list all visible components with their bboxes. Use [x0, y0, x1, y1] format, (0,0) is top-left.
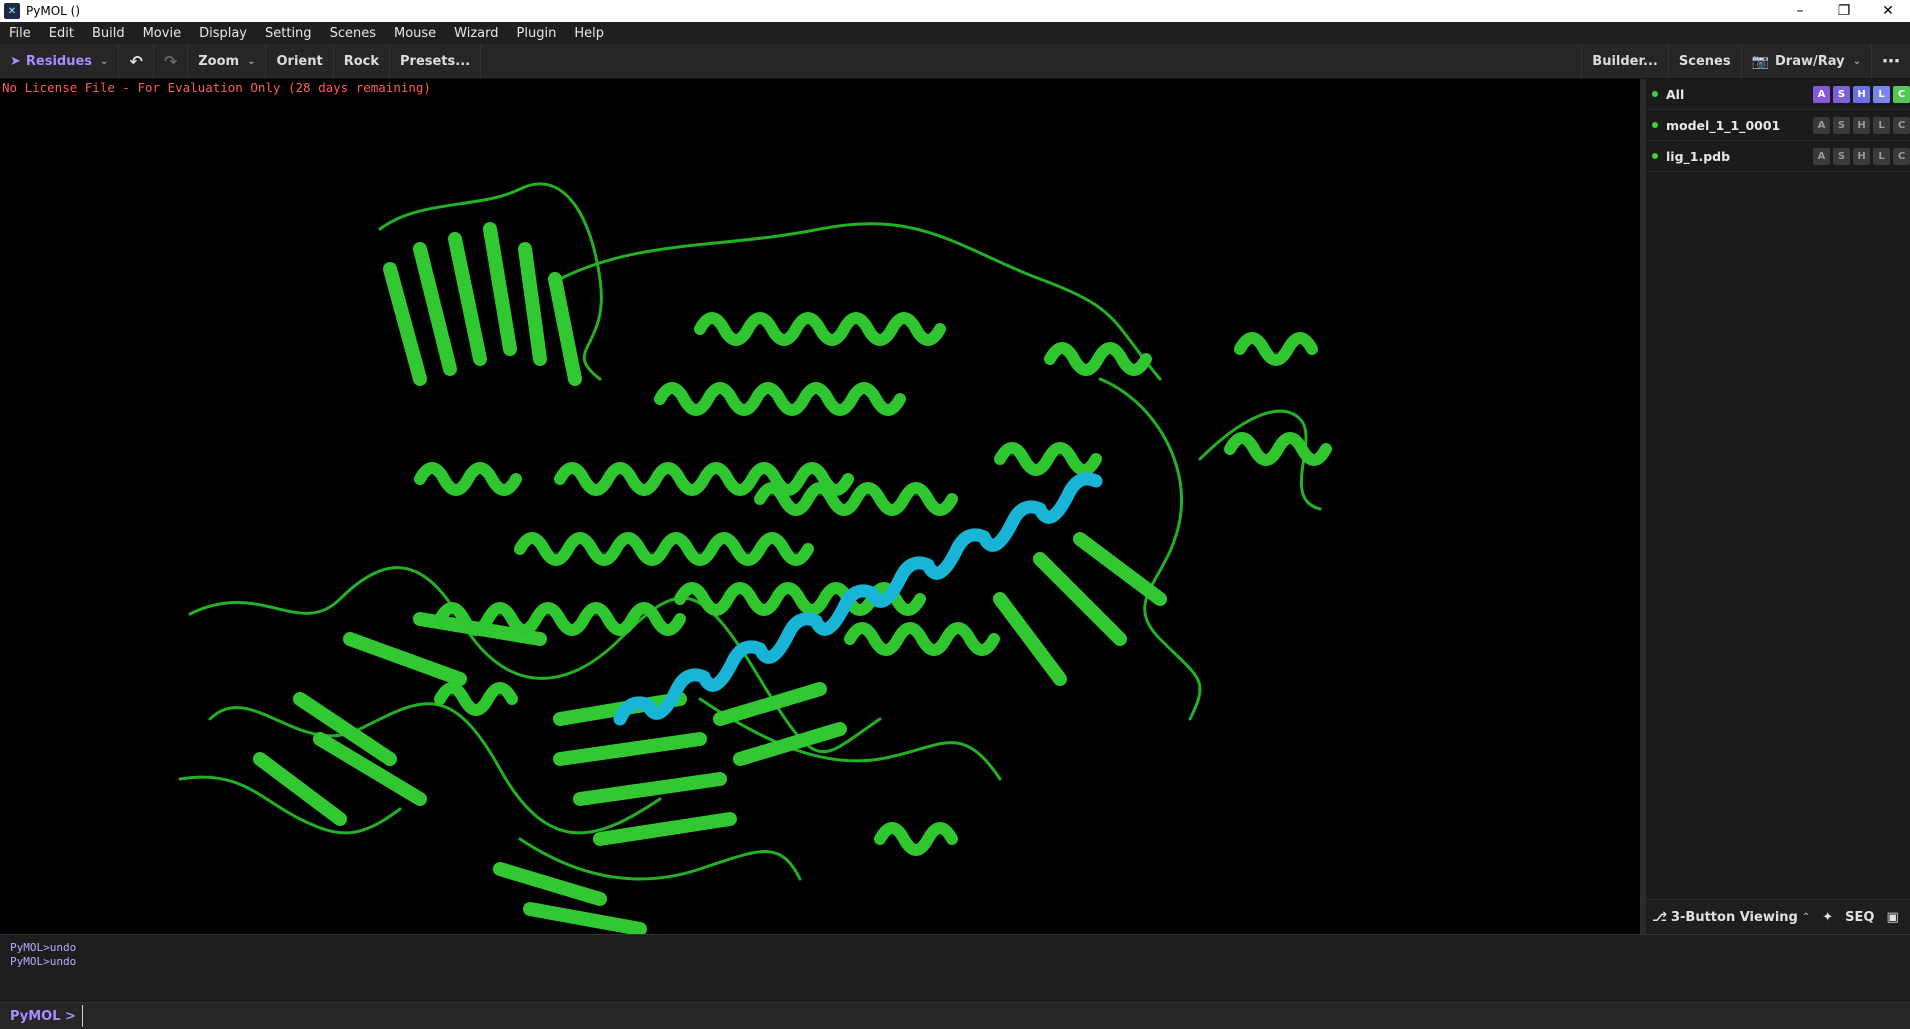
console-line: PyMOL>undo [10, 941, 77, 954]
redo-button[interactable]: ↷ [154, 45, 189, 78]
hide-button[interactable]: H [1853, 147, 1870, 165]
label-button[interactable]: L [1873, 85, 1890, 103]
window-title: PyMOL () [26, 4, 80, 18]
menu-edit[interactable]: Edit [40, 26, 83, 41]
protein-structure [178, 182, 1332, 934]
mouse-icon: ⎇ [1652, 909, 1667, 925]
magic-wand-icon: ✦ [1822, 909, 1834, 925]
builder-button[interactable]: Builder... [1581, 45, 1669, 78]
selection-mode-button[interactable]: ➤ Residues ⌄ [0, 45, 120, 78]
command-input[interactable] [81, 1005, 1787, 1027]
show-button[interactable]: S [1833, 85, 1850, 103]
object-row-all[interactable]: All A S H L C [1646, 79, 1910, 110]
rock-button[interactable]: Rock [334, 45, 390, 78]
zoom-button[interactable]: Zoom ⌄ [188, 45, 267, 78]
hide-button[interactable]: H [1853, 116, 1870, 134]
pymol-logo-icon: ✕ [4, 3, 20, 19]
minimize-button[interactable]: – [1778, 0, 1822, 22]
menu-scenes[interactable]: Scenes [321, 26, 385, 41]
action-button[interactable]: A [1813, 85, 1830, 103]
chevron-up-icon: ⌃ [1801, 911, 1811, 923]
show-button[interactable]: S [1833, 116, 1850, 134]
terminal-button[interactable]: >_ [1905, 910, 1910, 925]
restore-button[interactable]: ❐ [1822, 0, 1866, 22]
scenes-button[interactable]: Scenes [1669, 45, 1742, 78]
object-name[interactable]: lig_1.pdb [1666, 149, 1730, 164]
label-button[interactable]: L [1873, 116, 1890, 134]
pointer-icon: ➤ [10, 54, 21, 69]
console-output: PyMOL>undo PyMOL>undo [0, 934, 1910, 1002]
zoom-label: Zoom [198, 54, 240, 69]
menu-bar: File Edit Build Movie Display Setting Sc… [0, 22, 1910, 45]
menu-file[interactable]: File [0, 26, 40, 41]
object-row-model[interactable]: model_1_1_0001 A S H L C [1646, 110, 1910, 141]
menu-mouse[interactable]: Mouse [385, 26, 445, 41]
color-button[interactable]: C [1893, 85, 1910, 103]
undo-icon: ↶ [129, 52, 143, 71]
redo-icon: ↷ [163, 52, 178, 71]
object-name[interactable]: All [1666, 87, 1684, 102]
object-row-ligand[interactable]: lig_1.pdb A S H L C [1646, 141, 1910, 172]
color-button[interactable]: C [1893, 116, 1910, 134]
orient-button[interactable]: Orient [266, 45, 334, 78]
console-line: PyMOL>undo [10, 955, 77, 968]
magic-wand-button[interactable]: ✦ [1816, 910, 1839, 925]
sequence-button[interactable]: SEQ [1839, 910, 1880, 925]
toolbar: ➤ Residues ⌄ ↶ ↷ Zoom ⌄ Orient Rock Pres… [0, 45, 1910, 79]
camera-icon: 📷 [1751, 53, 1770, 70]
visibility-dot-icon[interactable] [1652, 91, 1658, 97]
draw-ray-button[interactable]: 📷 Draw/Ray ⌄ [1742, 45, 1872, 78]
color-button[interactable]: C [1893, 147, 1910, 165]
menu-help[interactable]: Help [565, 26, 613, 41]
mouse-mode-label: 3-Button Viewing [1670, 909, 1798, 925]
menu-movie[interactable]: Movie [134, 26, 190, 41]
chevron-down-icon: ⌄ [100, 56, 109, 67]
visibility-dot-icon[interactable] [1652, 122, 1658, 128]
mouse-mode-button[interactable]: ⎇ 3-Button Viewing ⌃ [1646, 910, 1816, 925]
action-button[interactable]: A [1813, 147, 1830, 165]
undo-button[interactable]: ↶ [119, 45, 154, 78]
presets-button[interactable]: Presets... [390, 45, 482, 78]
menu-wizard[interactable]: Wizard [445, 26, 507, 41]
visibility-dot-icon[interactable] [1652, 153, 1658, 159]
draw-ray-label: Draw/Ray [1775, 54, 1845, 69]
object-panel: All A S H L C model_1_1_0001 A S H L C l… [1640, 79, 1910, 934]
selection-mode-label: Residues [25, 54, 93, 69]
command-line: PyMOL > [0, 1002, 1910, 1029]
chevron-down-icon: ⌄ [247, 56, 256, 67]
title-bar: ✕ PyMOL () – ❐ ✕ [0, 0, 1910, 22]
video-icon: ▣ [1886, 909, 1899, 925]
chevron-down-icon: ⌄ [1852, 56, 1861, 67]
show-button[interactable]: S [1833, 147, 1850, 165]
hide-button[interactable]: H [1853, 85, 1870, 103]
action-button[interactable]: A [1813, 116, 1830, 134]
menu-build[interactable]: Build [83, 26, 134, 41]
command-prompt: PyMOL > [10, 1008, 76, 1024]
viewport-controls: ⎇ 3-Button Viewing ⌃ ✦ SEQ ▣ >_ [1646, 899, 1910, 934]
menu-plugin[interactable]: Plugin [508, 26, 566, 41]
more-options-button[interactable]: ⋯ [1872, 45, 1910, 78]
menu-display[interactable]: Display [190, 26, 256, 41]
label-button[interactable]: L [1873, 147, 1890, 165]
video-button[interactable]: ▣ [1880, 910, 1904, 925]
menu-setting[interactable]: Setting [256, 26, 321, 41]
object-name[interactable]: model_1_1_0001 [1666, 118, 1780, 133]
close-button[interactable]: ✕ [1866, 0, 1910, 22]
molecule-viewport[interactable]: No License File - For Evaluation Only (2… [0, 79, 1640, 934]
more-icon: ⋯ [1882, 51, 1900, 72]
